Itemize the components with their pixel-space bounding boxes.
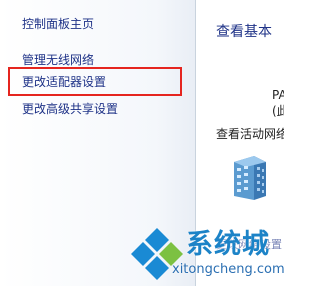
- sidebar-item-change-advanced-sharing[interactable]: 更改高级共享设置: [22, 102, 118, 116]
- highlight-box: [8, 67, 182, 96]
- network-note-partial: (此: [272, 104, 284, 118]
- network-name-partial: PA: [272, 88, 284, 102]
- sidebar-item-manage-wireless-networks[interactable]: 管理无线网络: [22, 53, 94, 67]
- watermark-text: 系统城: [186, 229, 270, 260]
- active-networks-label: 查看活动网络: [216, 127, 284, 141]
- sidebar-item-control-panel-home[interactable]: 控制面板主页: [22, 17, 94, 31]
- network-building-icon: [234, 156, 266, 200]
- control-panel-window: 控制面板主页 管理无线网络 更改适配器设置 更改高级共享设置 查看基本 PA (…: [0, 0, 284, 286]
- page-title: 查看基本: [216, 24, 272, 40]
- watermark-url: xitongcheng.com: [172, 262, 284, 277]
